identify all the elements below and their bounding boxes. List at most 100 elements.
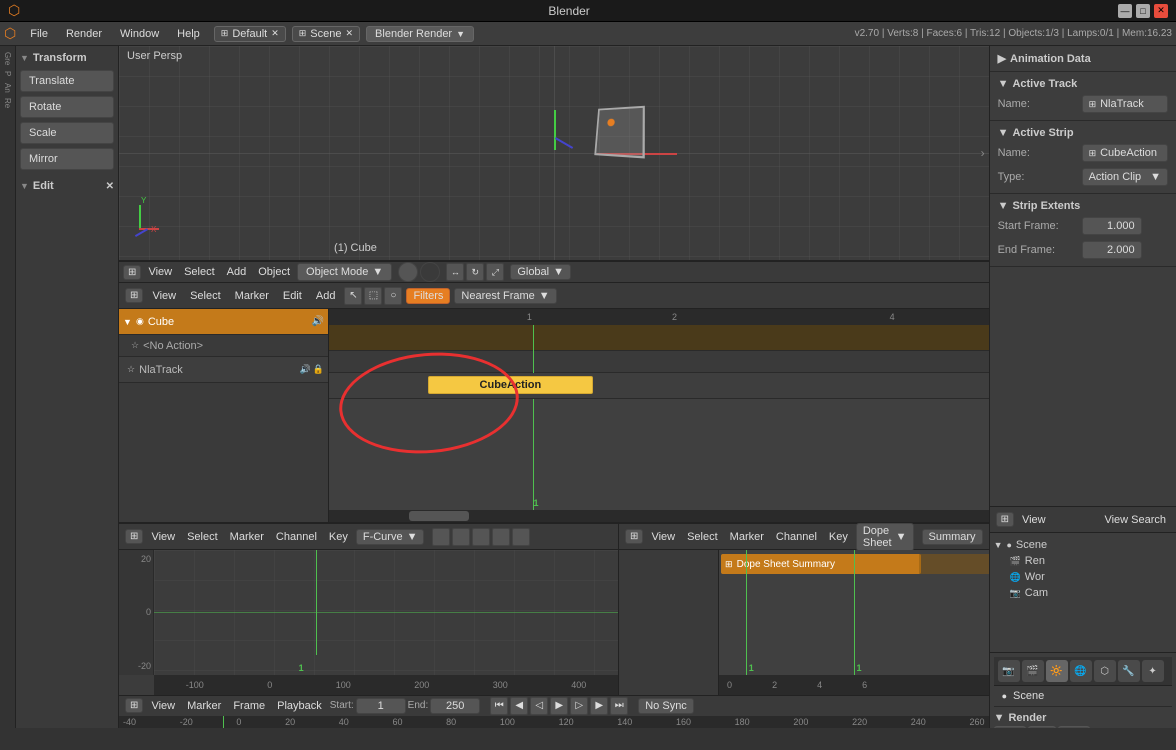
view-search-btn[interactable]: View Search bbox=[1100, 512, 1170, 528]
render-tab-ani[interactable]: Ani bbox=[1028, 726, 1056, 728]
props-scene-icon[interactable]: 🎬 bbox=[1022, 660, 1044, 682]
nla-add-menu[interactable]: Add bbox=[311, 288, 341, 304]
nla-track-mute-icon[interactable]: 🔊 bbox=[300, 364, 311, 375]
props-particles-icon[interactable]: ✦ bbox=[1142, 660, 1164, 682]
nla-track-lock-icon[interactable]: 🔒 bbox=[313, 364, 324, 375]
render-menu[interactable]: Render bbox=[58, 26, 110, 42]
timeline-playback-menu[interactable]: Playback bbox=[273, 698, 326, 714]
scroll-right-icon[interactable]: › bbox=[981, 146, 985, 160]
dope-view-menu[interactable]: View bbox=[647, 529, 679, 545]
scale-button[interactable]: Scale bbox=[20, 122, 114, 144]
track-name-input[interactable]: ⊞ NlaTrack bbox=[1082, 95, 1168, 113]
curve-mode-btn[interactable]: F-Curve ▼ bbox=[356, 529, 425, 545]
end-frame-input[interactable]: 250 bbox=[430, 698, 480, 714]
translate-button[interactable]: Translate bbox=[20, 70, 114, 92]
window-menu[interactable]: Window bbox=[112, 26, 167, 42]
maximize-button[interactable]: □ bbox=[1136, 4, 1150, 18]
nla-hscroll[interactable] bbox=[329, 510, 989, 522]
props-render-icon[interactable]: 🔆 bbox=[1046, 660, 1068, 682]
close-button[interactable]: ✕ bbox=[1154, 4, 1168, 18]
minimize-button[interactable]: — bbox=[1118, 4, 1132, 18]
curve-view-menu[interactable]: View bbox=[147, 529, 179, 545]
start-frame-value[interactable]: 1.000 bbox=[1082, 217, 1142, 235]
nla-timeline[interactable]: 1 2 4 CubeAction bbox=[329, 309, 989, 522]
curve-brush-icon[interactable] bbox=[472, 528, 490, 546]
curve-box-icon[interactable] bbox=[452, 528, 470, 546]
nla-select-menu[interactable]: Select bbox=[185, 288, 226, 304]
workspace-selector[interactable]: ⊞ Default ✕ bbox=[214, 26, 286, 42]
scene-ren-item[interactable]: 🎬 Ren bbox=[994, 553, 1172, 569]
strip-name-input[interactable]: ⊞ CubeAction bbox=[1082, 144, 1168, 162]
rotate-button[interactable]: Rotate bbox=[20, 96, 114, 118]
scene-root-item[interactable]: ▼ ● Scene bbox=[994, 537, 1172, 553]
help-menu[interactable]: Help bbox=[169, 26, 208, 42]
curve-select-icon[interactable] bbox=[432, 528, 450, 546]
view3d-select-menu[interactable]: Select bbox=[179, 264, 220, 280]
transform-orientation-btn[interactable]: Global ▼ bbox=[510, 264, 571, 280]
end-frame-value[interactable]: 2.000 bbox=[1082, 241, 1142, 259]
manipulator-btn[interactable]: ↔ bbox=[446, 263, 464, 281]
prev-frame-btn[interactable]: ◀ bbox=[510, 697, 528, 715]
edit-collapse-icon[interactable]: ✕ bbox=[106, 181, 114, 192]
active-track-header[interactable]: ▼ Active Track bbox=[998, 76, 1168, 92]
file-menu[interactable]: File bbox=[22, 26, 56, 42]
animation-data-header[interactable]: ▶ Animation Data bbox=[998, 50, 1168, 67]
step-forward-btn[interactable]: ▷ bbox=[570, 697, 588, 715]
strip-extents-header[interactable]: ▼ Strip Extents bbox=[998, 198, 1168, 214]
view3d-view-menu[interactable]: View bbox=[143, 264, 177, 280]
nla-cube-action-strip[interactable]: CubeAction bbox=[428, 376, 593, 394]
dope-marker-menu[interactable]: Marker bbox=[726, 529, 768, 545]
outliner-type-icon[interactable]: ⊞ bbox=[996, 512, 1014, 527]
rotate-manipulator-btn[interactable]: ↻ bbox=[466, 263, 484, 281]
curve-select-menu[interactable]: Select bbox=[183, 529, 222, 545]
curve-fit-icon[interactable] bbox=[512, 528, 530, 546]
start-frame-input[interactable]: 1 bbox=[356, 698, 406, 714]
timeline-marker-menu[interactable]: Marker bbox=[183, 698, 225, 714]
editor-type-icon[interactable]: ⊞ bbox=[123, 265, 141, 280]
curve-marker-menu[interactable]: Marker bbox=[226, 529, 268, 545]
props-modifier-icon[interactable]: 🔧 bbox=[1118, 660, 1140, 682]
nla-view-menu[interactable]: View bbox=[147, 288, 181, 304]
engine-selector[interactable]: Blender Render ▼ bbox=[366, 26, 474, 42]
object-mode-btn[interactable]: Object Mode ▼ bbox=[297, 263, 392, 281]
jump-end-btn[interactable]: ⏭ bbox=[610, 697, 628, 715]
view3d-object-menu[interactable]: Object bbox=[253, 264, 295, 280]
nla-marker-menu[interactable]: Marker bbox=[230, 288, 274, 304]
dope-channel-menu[interactable]: Channel bbox=[772, 529, 821, 545]
dope-select-menu[interactable]: Select bbox=[683, 529, 722, 545]
nla-editor-type-icon[interactable]: ⊞ bbox=[125, 288, 143, 303]
nla-select-mode-icon[interactable]: ↖ bbox=[344, 287, 362, 305]
scene-cam-item[interactable]: 📷 Cam bbox=[994, 585, 1172, 601]
curve-key-menu[interactable]: Key bbox=[325, 529, 352, 545]
active-strip-header[interactable]: ▼ Active Strip bbox=[998, 125, 1168, 141]
next-frame-btn[interactable]: ▶ bbox=[590, 697, 608, 715]
strip-type-dropdown[interactable]: Action Clip ▼ bbox=[1082, 168, 1168, 186]
timeline-type-icon[interactable]: ⊞ bbox=[125, 698, 143, 713]
curve-editor-type-icon[interactable]: ⊞ bbox=[125, 529, 143, 544]
view3d-add-menu[interactable]: Add bbox=[222, 264, 252, 280]
props-world-icon[interactable]: 🌐 bbox=[1070, 660, 1092, 682]
nla-snap-btn[interactable]: Nearest Frame ▼ bbox=[454, 288, 556, 304]
nla-brush-icon[interactable]: ○ bbox=[384, 287, 402, 305]
jump-start-btn[interactable]: ⏮ bbox=[490, 697, 508, 715]
solid-mode-btn[interactable] bbox=[398, 262, 418, 282]
curve-zoom-icon[interactable] bbox=[492, 528, 510, 546]
dope-summary-btn[interactable]: Summary bbox=[922, 529, 983, 545]
props-camera-icon[interactable]: 📷 bbox=[998, 660, 1020, 682]
nla-box-select-icon[interactable]: ⬚ bbox=[364, 287, 382, 305]
dope-mode-btn[interactable]: Dope Sheet ▼ bbox=[856, 523, 914, 551]
mirror-button[interactable]: Mirror bbox=[20, 148, 114, 170]
dope-key-menu[interactable]: Key bbox=[825, 529, 852, 545]
render-tab-ren[interactable]: Ren bbox=[994, 726, 1026, 728]
scene-selector[interactable]: ⊞ Scene ✕ bbox=[292, 26, 360, 42]
props-object-icon[interactable]: ⬡ bbox=[1094, 660, 1116, 682]
play-btn[interactable]: ▶ bbox=[550, 697, 568, 715]
nla-edit-menu[interactable]: Edit bbox=[278, 288, 307, 304]
nla-filters-btn[interactable]: Filters bbox=[406, 288, 450, 304]
render-section-header[interactable]: ▼ Render bbox=[994, 710, 1172, 726]
dope-timeline[interactable]: ⊞ Dope Sheet Summary 1 1 bbox=[719, 550, 989, 695]
nla-mute-icon[interactable]: 🔊 bbox=[312, 316, 324, 327]
timeline-view-menu[interactable]: View bbox=[147, 698, 179, 714]
render-tab-aud[interactable]: Aud bbox=[1058, 726, 1090, 728]
wire-mode-btn[interactable] bbox=[420, 262, 440, 282]
